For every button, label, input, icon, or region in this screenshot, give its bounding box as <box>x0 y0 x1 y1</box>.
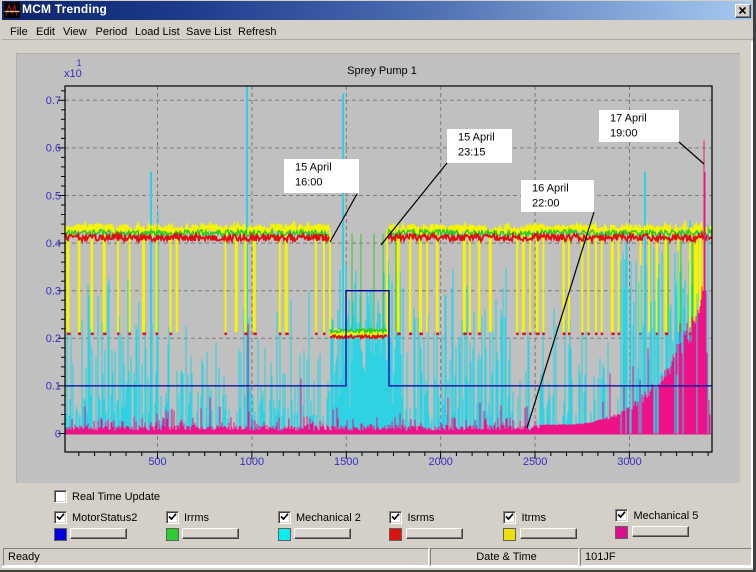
svg-text:16 April: 16 April <box>532 183 569 195</box>
svg-text:0.4: 0.4 <box>46 238 61 250</box>
svg-text:23:15: 23:15 <box>458 147 486 159</box>
svg-text:x10: x10 <box>64 68 82 80</box>
svg-text:15 April: 15 April <box>295 162 332 174</box>
svg-text:0.5: 0.5 <box>46 190 61 202</box>
svg-text:3000: 3000 <box>617 456 641 468</box>
svg-text:17 April: 17 April <box>610 113 647 125</box>
svg-text:0.3: 0.3 <box>46 286 61 298</box>
svg-text:19:00: 19:00 <box>610 128 638 140</box>
svg-text:0.6: 0.6 <box>46 143 61 155</box>
svg-text:1000: 1000 <box>240 456 264 468</box>
svg-text:0.2: 0.2 <box>46 333 61 345</box>
svg-text:1: 1 <box>77 58 82 68</box>
svg-text:Sprey Pump 1: Sprey Pump 1 <box>347 65 417 77</box>
svg-text:2000: 2000 <box>428 456 452 468</box>
svg-text:22:00: 22:00 <box>532 198 560 210</box>
svg-text:500: 500 <box>148 456 166 468</box>
svg-text:1500: 1500 <box>334 456 358 468</box>
svg-text:0.1: 0.1 <box>46 381 61 393</box>
svg-text:16:00: 16:00 <box>295 177 323 189</box>
svg-text:0.7: 0.7 <box>46 95 61 107</box>
svg-text:0: 0 <box>55 428 61 440</box>
svg-text:2500: 2500 <box>523 456 547 468</box>
svg-text:15 April: 15 April <box>458 132 495 144</box>
